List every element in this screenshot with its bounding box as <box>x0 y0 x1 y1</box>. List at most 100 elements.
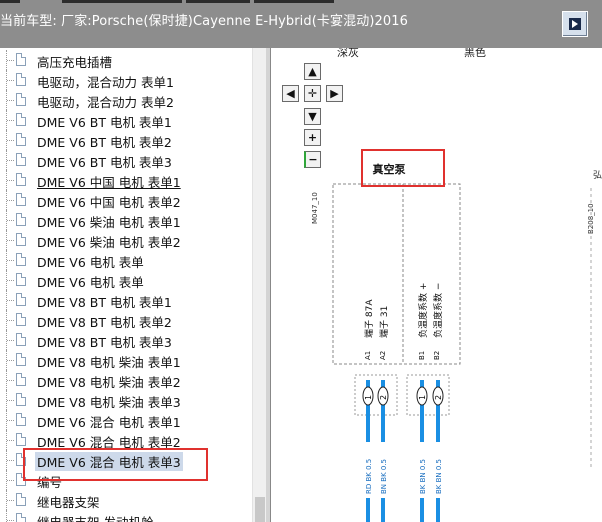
tree-connector <box>6 490 15 510</box>
document-icon <box>16 73 26 86</box>
tree-item-label: DME V8 BT 电机 表单1 <box>37 295 172 310</box>
window-toggle-button[interactable] <box>562 11 588 37</box>
title-strip <box>0 0 20 3</box>
tree-item[interactable]: 继电器支架 <box>0 490 252 510</box>
document-icon <box>16 333 26 346</box>
tree-scrollbar[interactable] <box>252 48 267 522</box>
tree-item[interactable]: DME V6 中国 电机 表单1 <box>0 170 252 190</box>
document-icon <box>16 513 26 522</box>
connector-id-left: M047_10 <box>311 192 319 224</box>
tree-item-label: 高压充电插槽 <box>37 55 113 70</box>
title-bar: 当前车型: 厂家:Porsche(保时捷)Cayenne E-Hybrid(卡宴… <box>0 0 602 48</box>
tree-connector <box>6 510 15 522</box>
pan-up-button[interactable]: ▲ <box>304 63 321 80</box>
edge-label: 弘 <box>593 170 602 181</box>
tree-item[interactable]: DME V6 BT 电机 表单1 <box>0 110 252 130</box>
pin-number: B1 <box>418 351 426 360</box>
tree-item[interactable]: DME V6 混合 电机 表单2 <box>0 430 252 450</box>
wiring-diagram[interactable]: 深灰 黑色 真空泵 M047_10 B208_10 弘 端子 87A 端子 31… <box>271 48 602 522</box>
wire-color-code: BN BK 0.5 <box>380 459 388 494</box>
header-label: 深灰 <box>337 48 359 59</box>
tree-connector <box>6 110 15 130</box>
document-icon <box>16 353 26 366</box>
pin-label: 负温度系数 + <box>417 283 429 338</box>
tree-item[interactable]: 电驱动，混合动力 表单1 <box>0 70 252 90</box>
tree-item[interactable]: DME V6 柴油 电机 表单1 <box>0 210 252 230</box>
document-icon <box>16 493 26 506</box>
document-icon <box>16 193 26 206</box>
wire-number: 1 <box>418 395 427 400</box>
tree-item[interactable]: DME V8 BT 电机 表单2 <box>0 310 252 330</box>
tree-item[interactable]: DME V8 BT 电机 表单1 <box>0 290 252 310</box>
tree-item[interactable]: DME V6 BT 电机 表单3 <box>0 150 252 170</box>
tree-item-label: 继电器支架 发动机舱 <box>37 512 153 522</box>
scrollbar-thumb[interactable] <box>255 497 265 522</box>
tree-connector <box>6 370 15 390</box>
tree-connector <box>6 450 15 470</box>
tree-connector <box>6 350 15 370</box>
tree-connector <box>6 130 15 150</box>
document-icon <box>16 413 26 426</box>
document-icon <box>16 253 26 266</box>
tree-connector <box>6 70 15 90</box>
tree-item-label: DME V8 BT 电机 表单2 <box>37 315 172 330</box>
pan-left-button[interactable]: ◀ <box>282 85 299 102</box>
zoom-in-button[interactable]: + <box>304 129 321 146</box>
tree-item-label: DME V6 混合 电机 表单1 <box>37 415 181 430</box>
title-strip <box>62 0 182 3</box>
document-icon <box>16 373 26 386</box>
pan-right-button[interactable]: ▶ <box>326 85 343 102</box>
document-icon <box>16 93 26 106</box>
tree-item-label: DME V6 中国 电机 表单1 <box>37 175 181 190</box>
document-icon <box>16 393 26 406</box>
wire-color-code: BK BN 0.5 <box>419 459 427 494</box>
wire-number: 2 <box>434 395 443 400</box>
zoom-out-button[interactable]: − <box>304 151 321 168</box>
tree-item-label: DME V6 BT 电机 表单3 <box>37 155 172 170</box>
component-highlight <box>361 149 445 187</box>
tree-item[interactable]: DME V8 电机 柴油 表单1 <box>0 350 252 370</box>
wire-number: 1 <box>364 395 373 400</box>
pin-label: 负温度系数 − <box>432 283 444 338</box>
tree-item[interactable]: DME V8 BT 电机 表单3 <box>0 330 252 350</box>
tree-item[interactable]: DME V6 电机 表单 <box>0 270 252 290</box>
document-icon <box>16 53 26 66</box>
tree-item-label: DME V8 电机 柴油 表单3 <box>37 395 181 410</box>
wire-number: 2 <box>379 395 388 400</box>
tree-item[interactable]: DME V8 电机 柴油 表单2 <box>0 370 252 390</box>
document-icon <box>16 293 26 306</box>
tree-connector <box>6 170 15 190</box>
tree-connector <box>6 390 15 410</box>
tree-connector <box>6 410 15 430</box>
tree-item-label: DME V6 BT 电机 表单1 <box>37 115 172 130</box>
tree-connector <box>6 290 15 310</box>
wire-color-code: RD BK 0.5 <box>365 459 373 494</box>
title-strip <box>186 0 250 3</box>
tree-item[interactable]: DME V6 BT 电机 表单2 <box>0 130 252 150</box>
tree-item-label: 电驱动，混合动力 表单1 <box>37 75 174 90</box>
tree-item[interactable]: DME V6 电机 表单 <box>0 250 252 270</box>
tree-item[interactable]: DME V6 混合 电机 表单1 <box>0 410 252 430</box>
pin-label: 端子 87A <box>363 299 375 338</box>
document-icon <box>16 153 26 166</box>
document-icon <box>16 233 26 246</box>
pan-center-button[interactable]: ✛ <box>304 85 321 102</box>
window-toggle-icon <box>569 18 581 30</box>
pan-down-button[interactable]: ▼ <box>304 108 321 125</box>
tree-item[interactable]: DME V6 中国 电机 表单2 <box>0 190 252 210</box>
tree-item[interactable]: 高压充电插槽 <box>0 50 252 70</box>
tree-item[interactable]: DME V8 电机 柴油 表单3 <box>0 390 252 410</box>
document-icon <box>16 113 26 126</box>
tree-item[interactable]: 继电器支架 发动机舱 <box>0 510 252 522</box>
connector-housing <box>354 374 398 416</box>
tree-connector <box>6 230 15 250</box>
tree-item-label: DME V6 柴油 电机 表单2 <box>37 235 181 250</box>
tree-item[interactable]: DME V6 柴油 电机 表单2 <box>0 230 252 250</box>
tree-connector <box>6 210 15 230</box>
tree-connector <box>6 50 15 70</box>
pin-label: 端子 31 <box>378 306 390 338</box>
tree-connector <box>6 150 15 170</box>
tree-connector <box>6 270 15 290</box>
tree-item-label: DME V6 电机 表单 <box>37 255 144 270</box>
tree-item[interactable]: 电驱动，混合动力 表单2 <box>0 90 252 110</box>
